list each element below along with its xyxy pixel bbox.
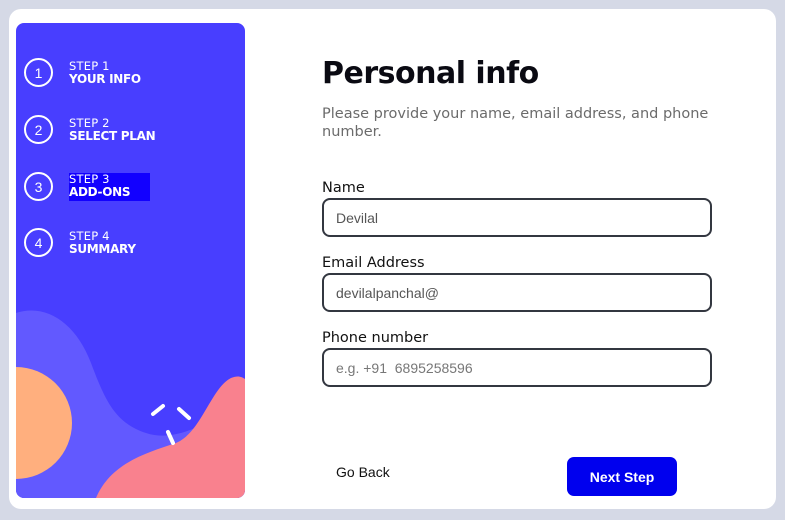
sidebar-step-2[interactable]: 2 STEP 2 SELECT PLAN — [24, 115, 156, 144]
sidebar-step-3[interactable]: 3 STEP 3 ADD-ONS — [24, 172, 150, 201]
step-title: YOUR INFO — [69, 71, 141, 86]
page-title: Personal info — [322, 56, 539, 91]
step-text-3-selected: STEP 3 ADD-ONS — [69, 171, 150, 201]
step-label: STEP 2 — [69, 115, 110, 130]
next-step-button[interactable]: Next Step — [567, 457, 677, 496]
sidebar-decoration — [16, 310, 245, 498]
phone-field[interactable] — [322, 348, 712, 387]
step-number-2: 2 — [24, 115, 53, 144]
step-number-1: 1 — [24, 58, 53, 87]
sidebar-step-1[interactable]: 1 STEP 1 YOUR INFO — [24, 58, 141, 87]
sidebar: 1 STEP 1 YOUR INFO 2 STEP 2 SELECT PLAN … — [16, 23, 245, 498]
step-label: STEP 1 — [69, 58, 110, 73]
name-field[interactable] — [322, 198, 712, 237]
step-text-4: STEP 4 SUMMARY — [69, 228, 136, 256]
step-title: ADD-ONS — [69, 184, 131, 199]
step-number-4: 4 — [24, 228, 53, 257]
step-title: SUMMARY — [69, 241, 136, 256]
name-label: Name — [322, 180, 365, 196]
step-text-1: STEP 1 YOUR INFO — [69, 58, 141, 86]
email-label: Email Address — [322, 255, 425, 271]
step-label: STEP 3 — [69, 171, 110, 186]
step-number-3: 3 — [24, 172, 53, 201]
page-subtitle: Please provide your name, email address,… — [322, 106, 709, 140]
step-text-2: STEP 2 SELECT PLAN — [69, 115, 156, 143]
phone-label: Phone number — [322, 330, 429, 346]
step-title: SELECT PLAN — [69, 128, 156, 143]
sidebar-step-4[interactable]: 4 STEP 4 SUMMARY — [24, 228, 136, 257]
email-field[interactable] — [322, 273, 712, 312]
go-back-button[interactable]: Go Back — [336, 464, 390, 480]
step-label: STEP 4 — [69, 228, 110, 243]
